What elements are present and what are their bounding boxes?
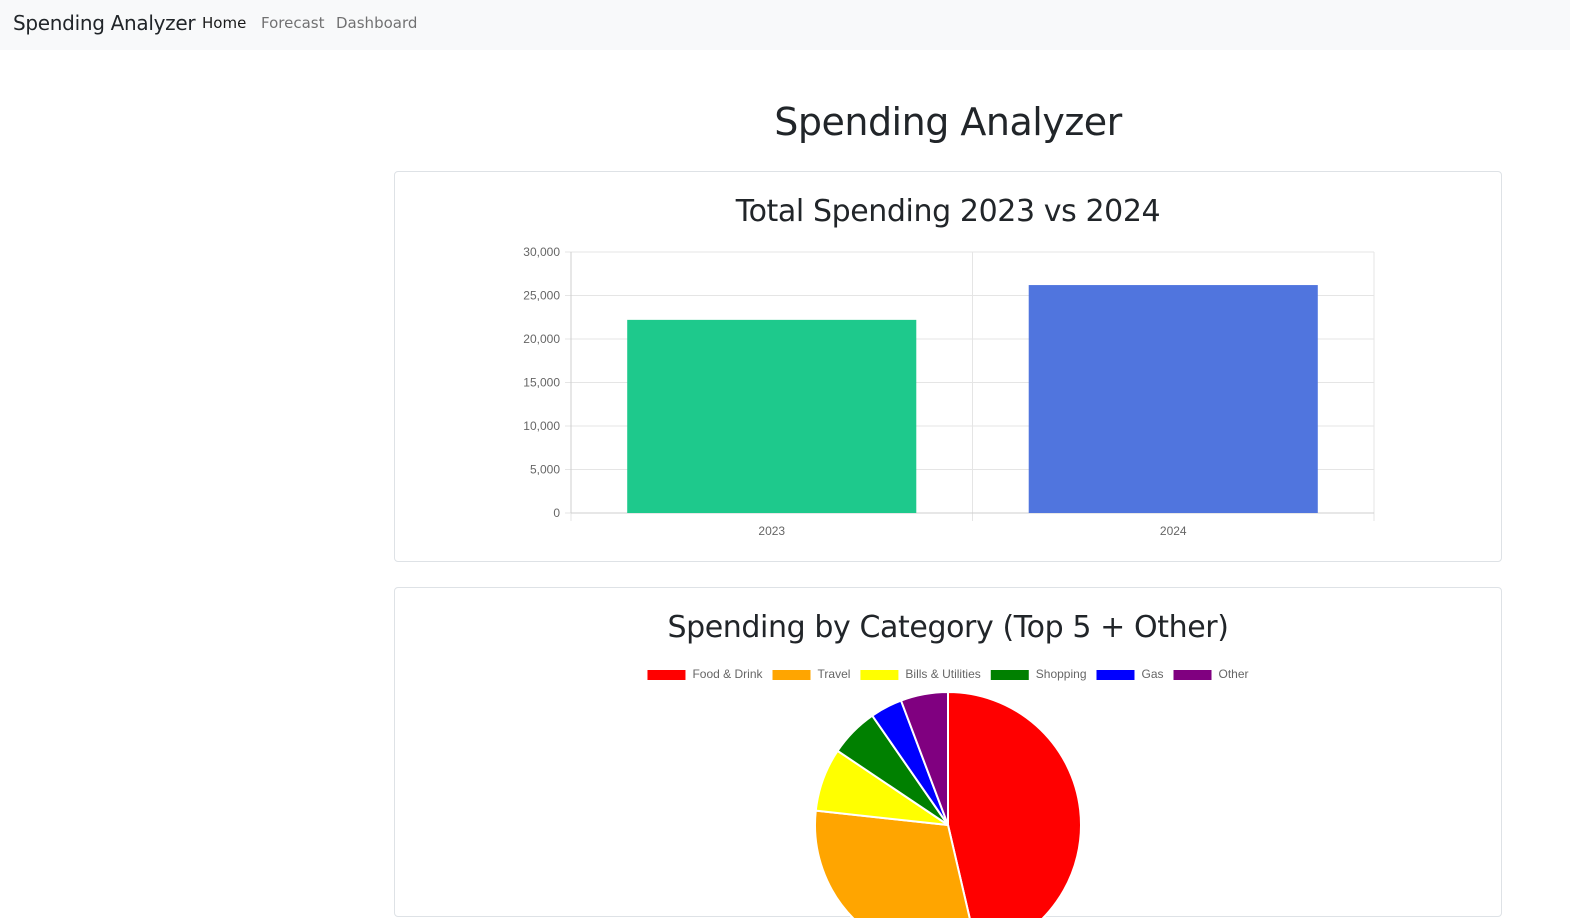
legend-label: Food & Drink xyxy=(692,667,763,681)
y-tick-label: 0 xyxy=(553,506,560,520)
legend-swatch xyxy=(772,670,811,680)
x-tick-label: 2024 xyxy=(1160,524,1187,538)
nav-link-forecast[interactable]: Forecast xyxy=(261,14,324,32)
legend-label: Shopping xyxy=(1036,667,1087,681)
navbar: Spending Analyzer Home Forecast Dashboar… xyxy=(0,0,1570,50)
pie-chart-card: Spending by Category (Top 5 + Other) Foo… xyxy=(394,587,1502,918)
nav-link-home[interactable]: Home xyxy=(202,14,246,32)
legend-swatch xyxy=(647,670,686,680)
legend-swatch xyxy=(860,670,899,680)
y-tick-label: 10,000 xyxy=(523,419,560,433)
bar-2024 xyxy=(1028,285,1318,513)
pie-legend: Food & Drink Travel Bills & Utilities Shopp… xyxy=(647,667,1249,681)
y-tick-label: 20,000 xyxy=(523,332,560,346)
bar-chart-card: Total Spending 2023 vs 2024 0 5,000 10,000… xyxy=(394,171,1502,562)
nav-link-dashboard[interactable]: Dashboard xyxy=(336,14,417,32)
page-title: Spending Analyzer xyxy=(774,100,1122,144)
navbar-brand[interactable]: Spending Analyzer xyxy=(13,11,196,35)
y-tick-label: 30,000 xyxy=(523,245,560,259)
bar-chart: 0 5,000 10,000 15,000 20,000 25,000 30,000 2023… xyxy=(523,245,1375,538)
legend-label: Gas xyxy=(1141,667,1163,681)
legend-label: Other xyxy=(1219,667,1249,681)
legend-label: Travel xyxy=(818,667,851,681)
y-tick-label: 5,000 xyxy=(530,463,560,477)
pie-slice-food-drink xyxy=(947,690,1082,918)
x-tick-label: 2023 xyxy=(758,524,785,538)
legend-swatch xyxy=(1173,670,1212,680)
legend-swatch xyxy=(1096,670,1135,680)
legend-label: Bills & Utilities xyxy=(905,667,980,681)
legend-swatch xyxy=(990,670,1029,680)
y-tick-label: 15,000 xyxy=(523,376,560,390)
bar-2023 xyxy=(627,319,917,513)
y-tick-label: 25,000 xyxy=(523,289,560,303)
pie-chart: Food & Drink Travel Bills & Utilities Shopp… xyxy=(647,667,1249,918)
